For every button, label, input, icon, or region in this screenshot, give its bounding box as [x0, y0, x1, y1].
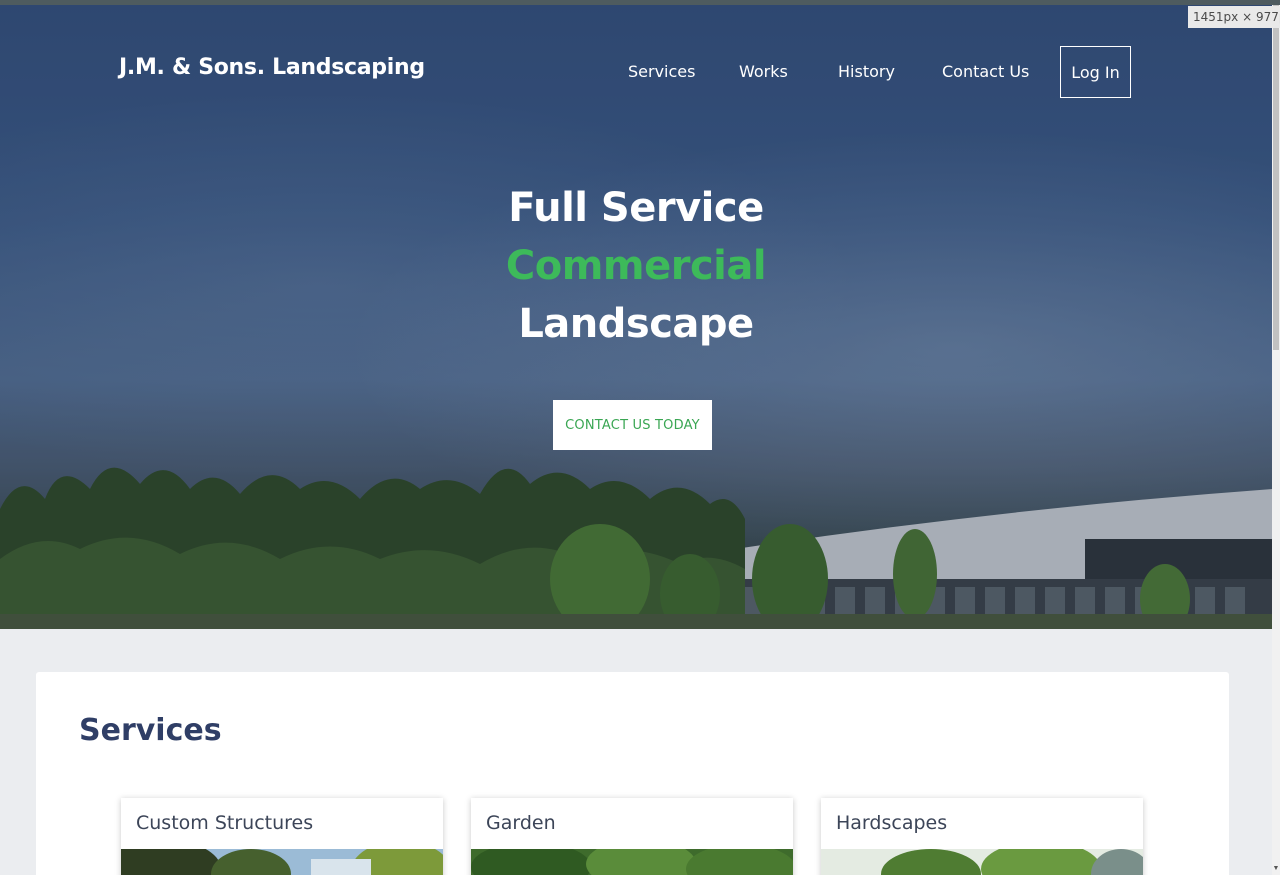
nav-works[interactable]: Works [739, 62, 788, 81]
service-card-image [471, 849, 793, 875]
service-card-title: Garden [486, 812, 556, 834]
nav-contact-us[interactable]: Contact Us [942, 62, 1029, 81]
services-heading: Services [79, 713, 222, 748]
service-card-title: Custom Structures [136, 812, 314, 834]
service-card-title: Hardscapes [836, 812, 948, 834]
nav-services[interactable]: Services [628, 62, 695, 81]
brand-logo[interactable]: J.M. & Sons. Landscaping [119, 55, 425, 80]
hero-headline-line2: Commercial [505, 243, 767, 289]
scroll-down-arrow-icon[interactable]: ▼ [1272, 865, 1280, 873]
login-button[interactable]: Log In [1060, 46, 1131, 98]
contact-us-today-button[interactable]: CONTACT US TODAY [553, 400, 712, 450]
service-card-custom-structures[interactable]: Custom Structures [121, 798, 443, 875]
service-card-hardscapes[interactable]: Hardscapes [821, 798, 1143, 875]
hero-headline-line1: Full Service [508, 185, 764, 231]
hero-headline-line3: Landscape [518, 301, 754, 347]
service-card-image [821, 849, 1143, 875]
page: J.M. & Sons. Landscaping Services Works … [0, 0, 1280, 875]
browser-top-strip [0, 0, 1280, 5]
service-card-garden[interactable]: Garden [471, 798, 793, 875]
nav-history[interactable]: History [838, 62, 895, 81]
service-card-image [121, 849, 443, 875]
viewport-size-readout: 1451px × 977px [1188, 6, 1280, 28]
vertical-scrollbar[interactable]: ▼ [1272, 5, 1280, 875]
scrollbar-thumb[interactable] [1273, 5, 1279, 350]
